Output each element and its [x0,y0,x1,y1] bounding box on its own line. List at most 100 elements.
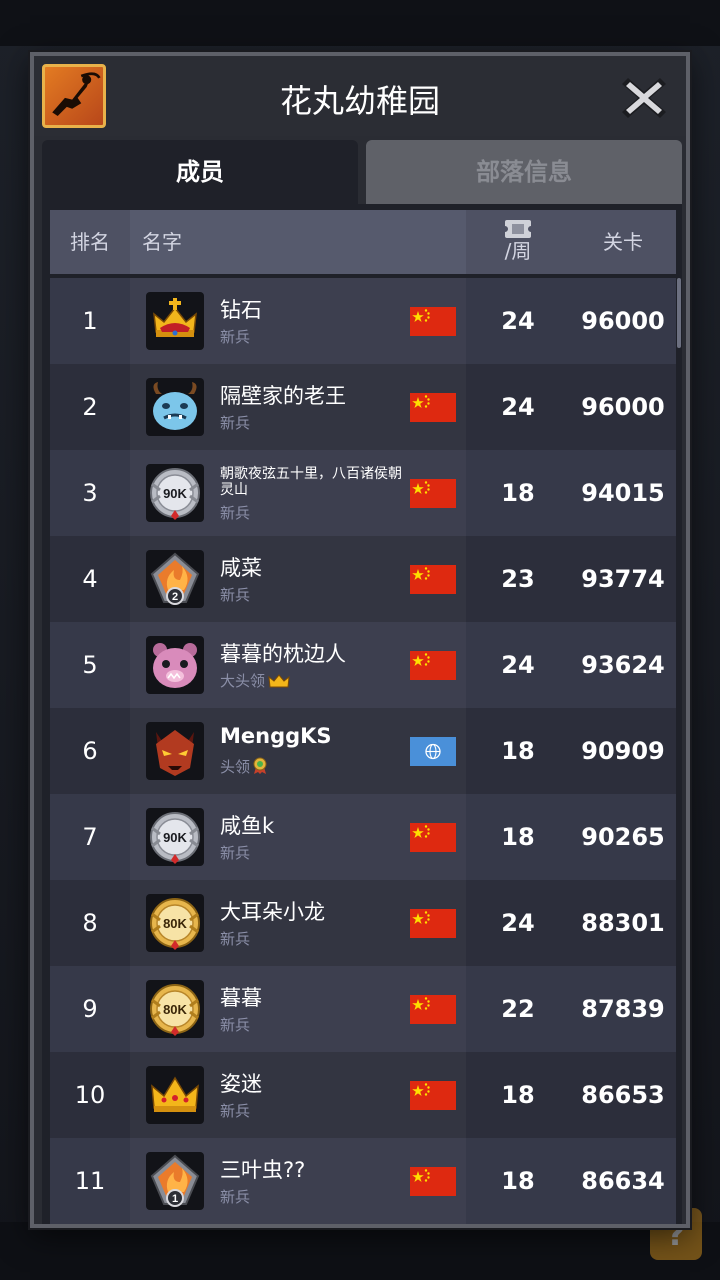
crown-icon [268,673,290,693]
member-name: 暮暮 [220,986,262,1010]
member-role-label: 新兵 [220,1016,251,1034]
tab-bar: 成员 部落信息 [42,140,682,204]
table-row[interactable]: 6 MenggKS 头领 18 90909 [50,708,676,794]
weekly-cell: 24 [501,909,535,937]
member-name: 咸菜 [220,556,262,580]
silver-90k-badge: 90K [146,464,204,522]
china-flag [410,995,456,1024]
table-header: 排名 名字 /周 关卡 [50,210,676,274]
weekly-cell: 24 [501,651,535,679]
stage-cell: 94015 [581,479,665,507]
header-rank: 排名 [70,230,110,254]
member-name: 暮暮的枕边人 [220,642,346,666]
stage-cell: 96000 [581,307,665,335]
china-flag [410,393,456,422]
globe-flag [410,737,456,766]
medal-icon [253,757,267,779]
rank-cell: 7 [82,823,98,851]
fire-gem-avatar: 1 [146,1152,204,1210]
member-role-label: 新兵 [220,586,251,604]
china-flag [410,651,456,680]
table-row[interactable]: 7 90K 咸鱼k 新兵 18 90265 [50,794,676,880]
svg-text:2: 2 [172,591,178,603]
table-row[interactable]: 2 隔壁家的老王 新兵 24 96000 [50,364,676,450]
backdrop-bottom-bar [0,1222,720,1280]
svg-text:80K: 80K [163,916,187,931]
tab-members[interactable]: 成员 [42,140,358,204]
rank-cell: 9 [82,995,98,1023]
table-row[interactable]: 11 1 三叶虫?? 新兵 18 86634 [50,1138,676,1224]
member-role-label: 头领 [220,758,251,776]
member-cell: 90K 咸鱼k 新兵 [130,794,466,880]
member-role: 新兵 [220,412,250,433]
member-role-label: 大头领 [220,672,266,690]
dialog-title: 花丸幼稚园 [279,82,440,120]
ticket-icon [466,218,570,240]
svg-text:1: 1 [172,1193,178,1205]
stage-cell: 87839 [581,995,665,1023]
close-x-icon[interactable] [620,74,668,122]
scrollbar[interactable] [677,278,681,348]
tab-clan-info[interactable]: 部落信息 [366,140,682,204]
member-cell: 1 三叶虫?? 新兵 [130,1138,466,1224]
member-cell: 隔壁家的老王 新兵 [130,364,466,450]
table-row[interactable]: 5 暮暮的枕边人 大头领 24 93624 [50,622,676,708]
weekly-cell: 23 [501,565,535,593]
table-row[interactable]: 1 钻石新兵 24 96000 [50,278,676,364]
member-name: 大耳朵小龙 [220,900,325,924]
member-name: MenggKS [220,724,332,748]
member-role: 新兵 [220,1014,250,1035]
china-flag [410,479,456,508]
weekly-cell: 24 [501,307,535,335]
member-name: 钻石 [220,298,262,322]
header-weekly-label: /周 [504,239,532,263]
member-role-label: 新兵 [220,328,251,346]
rank-cell: 4 [82,565,98,593]
member-role-label: 新兵 [220,504,251,522]
stage-cell: 86653 [581,1081,665,1109]
weekly-cell: 18 [501,823,535,851]
rank-cell: 2 [82,393,98,421]
backdrop-top-bar [0,0,720,46]
svg-text:90K: 90K [163,830,187,845]
member-name: 三叶虫?? [220,1158,306,1182]
member-name: 隔壁家的老王 [220,384,346,408]
members-table: 排名 名字 /周 关卡 1 钻石 新兵 24 96000 2 隔壁家的老王 新兵 24 96000… [42,204,682,1224]
header-stage: 关卡 [603,230,643,254]
gold-80k-badge: 80K [146,894,204,952]
weekly-cell: 22 [501,995,535,1023]
silver-90k-badge: 90K [146,808,204,866]
rank-cell: 1 [82,307,98,335]
table-row[interactable]: 10 姿迷 新兵 18 86653 [50,1052,676,1138]
rank-cell: 5 [82,651,98,679]
dialog-header: 花丸幼稚园 [34,56,686,136]
stage-cell: 93774 [581,565,665,593]
member-role-label: 新兵 [220,844,251,862]
weekly-cell: 18 [501,737,535,765]
header-name: 名字 [130,210,466,274]
china-flag [410,909,456,938]
member-cell: MenggKS 头领 [130,708,466,794]
member-role: 新兵 [220,502,250,523]
china-flag [410,307,456,336]
table-row[interactable]: 3 90K 朝歌夜弦五十里，八百诸侯朝灵山 新兵 18 94015 [50,450,676,536]
header-weekly: /周 [466,210,570,274]
rank-cell: 6 [82,737,98,765]
stage-cell: 86634 [581,1167,665,1195]
weekly-cell: 24 [501,393,535,421]
member-cell: 80K 暮暮 新兵 [130,966,466,1052]
table-row[interactable]: 8 80K 大耳朵小龙 新兵 24 88301 [50,880,676,966]
member-cell: 80K 大耳朵小龙 新兵 [130,880,466,966]
table-row[interactable]: 9 80K 暮暮 新兵 22 87839 [50,966,676,1052]
rank-cell: 8 [82,909,98,937]
member-name: 朝歌夜弦五十里，八百诸侯朝灵山 [220,466,402,498]
pink-monster-avatar [146,636,204,694]
weekly-cell: 18 [501,479,535,507]
member-role-label: 新兵 [220,414,251,432]
weekly-cell: 18 [501,1081,535,1109]
blue-yeti-avatar [146,378,204,436]
china-flag [410,823,456,852]
table-row[interactable]: 4 2 咸菜新兵 23 93774 [50,536,676,622]
red-demon-avatar [146,722,204,780]
member-cell: 暮暮的枕边人 大头领 [130,622,466,708]
